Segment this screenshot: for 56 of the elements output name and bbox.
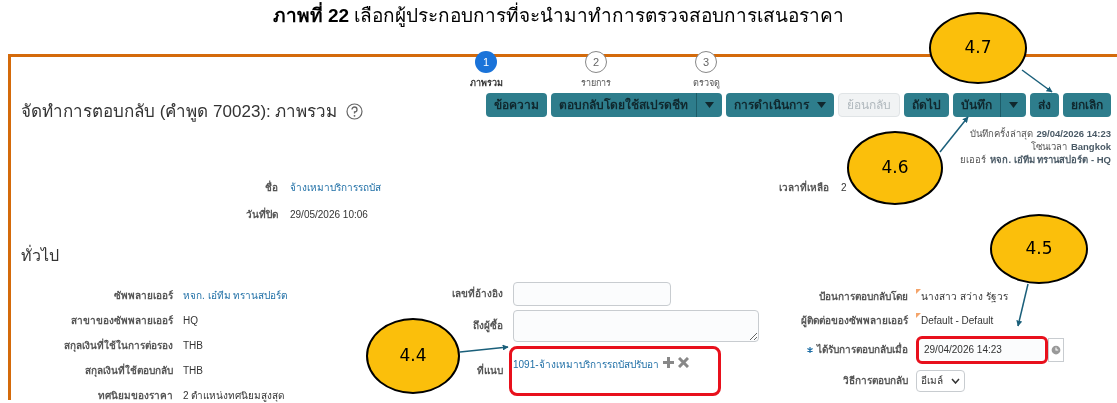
callout-bubble: 4.7 [929, 12, 1027, 84]
date-time-field[interactable]: 29/04/2026 14:23 [920, 339, 1044, 360]
field-value: THB [183, 363, 203, 378]
step-marker[interactable]: 3 [695, 51, 717, 73]
toolbar-button[interactable]: ยกเลิก [1063, 92, 1111, 117]
field-label: สกุลเงินที่ใช้ในการต่อรอง [63, 337, 173, 353]
field-label: เวลาที่เหลือ [779, 179, 829, 195]
field-label: ถึงผู้ซื้อ [473, 318, 503, 333]
field-label: ผู้ติดต่อของซัพพลายเออร์ [801, 314, 908, 328]
button-label[interactable]: บันทึก [953, 92, 1000, 117]
field-label: ชื่อ [264, 179, 278, 195]
attachment-link[interactable]: 1091-จ้างเหมาบริการรถบัสปรับอา [513, 356, 659, 372]
info-value: 29/04/2026 14:23 [1036, 126, 1111, 140]
field-value: HQ [183, 313, 198, 328]
callout-bubble: 4.6 [847, 131, 943, 205]
toolbar-button[interactable]: การดำเนินการ [726, 92, 834, 117]
field-label: สาขาของซัพพลายเออร์ [70, 313, 173, 328]
info-label: โซนเวลา [1030, 140, 1067, 153]
field-label: สกุลเงินที่ใช้ตอบกลับ [84, 362, 173, 378]
page-title: จัดทำการตอบกลับ (คำพูด 70023): ภาพรวม [21, 101, 338, 124]
toolbar-button[interactable]: ถัดไป [904, 92, 949, 117]
field-link[interactable]: จ้างเหมาบริการรถบัส [290, 179, 381, 195]
step-marker[interactable]: 2 [585, 51, 607, 73]
field-label: ซัพพลายเออร์ [113, 288, 173, 303]
field-link[interactable]: หจก. เอ๋ทีม ทรานสปอร์ต [183, 287, 288, 303]
field-value: นางสาว สว่าง รัฐวร [921, 290, 1008, 304]
figure-caption: ภาพที่ 22 เลือกผู้ประกอบการที่จะนำมาทำการตรวจสอบการเสนอราคา [272, 2, 845, 54]
toolbar-button[interactable]: ส่ง [1030, 92, 1059, 117]
field-value: 2 ตำแหน่งทศนิยมสูงสุด [183, 388, 285, 403]
step-label[interactable]: ภาพรวม [469, 77, 503, 91]
step-label[interactable]: รายการ [581, 77, 611, 91]
field-label: ป้อนการตอบกลับโดย [819, 290, 908, 304]
field-label: ที่แนบ [477, 363, 503, 378]
step-marker[interactable]: 1 [475, 51, 497, 73]
split-button[interactable]: ตอบกลับโดยใช้สเปรดชีท [551, 92, 722, 117]
split-button[interactable]: บันทึก [953, 92, 1026, 117]
field-label: เลขที่อ้างอิง [452, 286, 503, 301]
button-label[interactable]: ตอบกลับโดยใช้สเปรดชีท [551, 92, 696, 117]
field-value: 29/05/2026 10:06 [290, 207, 368, 222]
info-label: บันทึกครั้งล่าสุด [969, 126, 1033, 140]
info-label: ยเออร์ [960, 152, 987, 166]
field-label: ทศนิยมของราคา [97, 388, 173, 403]
toolbar-button[interactable]: ข้อความ [486, 92, 547, 117]
section-title: ทั่วไป [21, 244, 59, 266]
info-value: Bangkok [1070, 139, 1111, 153]
field-value: Default - Default [921, 314, 994, 328]
select-field[interactable]: อีเมล์ [916, 369, 965, 392]
callout-bubble: 4.5 [990, 214, 1088, 284]
step-label[interactable]: ตรวจดู [692, 77, 720, 91]
field-value: 2 [841, 180, 847, 195]
callout-bubble: 4.4 [366, 318, 460, 394]
field-label: วิธีการตอบกลับ [843, 374, 908, 388]
field-value: THB [183, 338, 203, 353]
field-label: วันที่ปิด [245, 206, 278, 222]
field-label: ได้รับการตอบกลับเมื่อ [817, 342, 908, 357]
info-value: หจก. เอ๋ทีม ทรานสปอร์ต - HQ [990, 152, 1111, 166]
